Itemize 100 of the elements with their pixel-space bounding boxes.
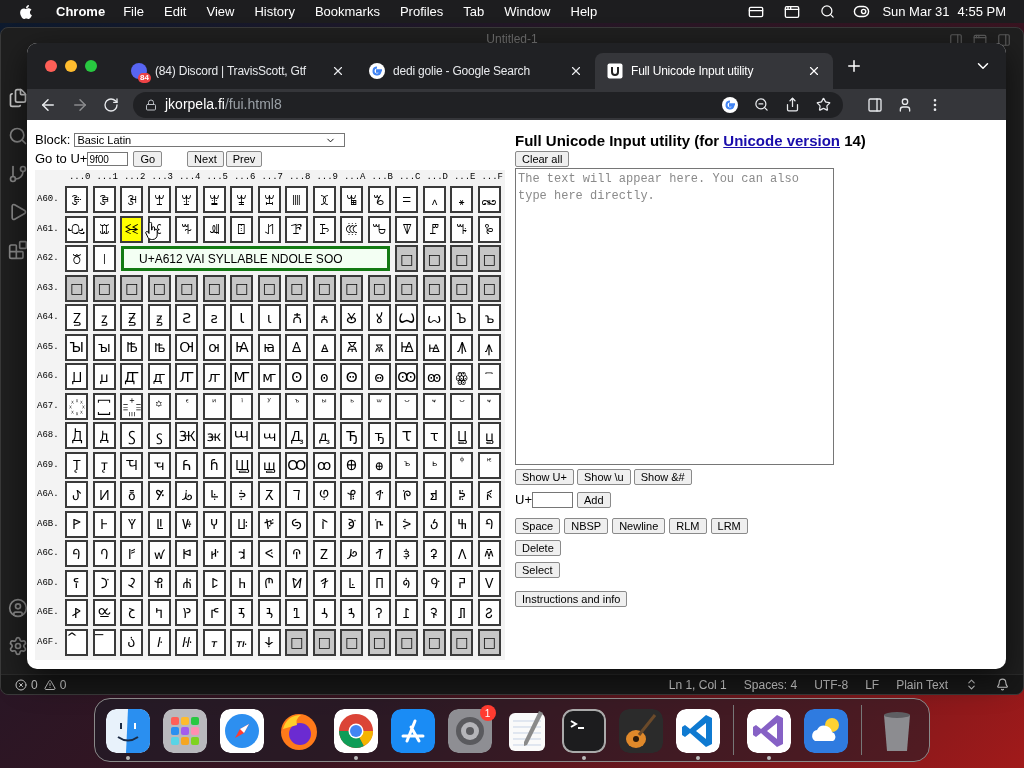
menu-item[interactable]: View (206, 1, 235, 22)
character-cell[interactable]: Ꙫ (340, 363, 364, 391)
character-cell[interactable]: ꛩ (312, 599, 336, 627)
character-cell[interactable]: ꛍ (422, 540, 446, 568)
character-cell[interactable]: Ꙑ (65, 333, 89, 361)
show-format-button[interactable]: Show U+ (515, 469, 574, 485)
block-dropdown[interactable]: Basic Latin (74, 133, 346, 147)
character-cell[interactable]: ꛜ (395, 569, 419, 597)
search-icon[interactable] (820, 4, 836, 19)
character-cell[interactable]: □ (175, 274, 199, 302)
character-cell[interactable]: ꘔ (175, 215, 199, 243)
character-cell[interactable]: ꛢ (120, 599, 144, 627)
go-button[interactable]: Go (133, 151, 163, 167)
character-cell[interactable]: ꛈ (285, 540, 309, 568)
character-cell[interactable]: ꚬ (395, 481, 419, 509)
character-cell[interactable]: ꙥ (202, 363, 226, 391)
character-cell[interactable]: ꛎ (450, 540, 474, 568)
character-cell[interactable]: ꚽ (422, 510, 446, 538)
character-cell[interactable]: ꚦ (230, 481, 254, 509)
character-cell[interactable]: ꙛ (367, 333, 391, 361)
character-cell[interactable]: ꚗ (257, 451, 281, 479)
character-cell[interactable]: ꛰ (65, 628, 89, 656)
character-cell[interactable]: ꙡ (92, 363, 116, 391)
character-cell[interactable]: ꘊ (340, 186, 364, 214)
character-cell[interactable]: ꛧ (257, 599, 281, 627)
character-cell[interactable]: ꛡ (92, 599, 116, 627)
character-cell[interactable]: ꙇ (257, 304, 281, 332)
character-cell[interactable]: ꙙ (312, 333, 336, 361)
character-cell[interactable]: ꚢ (120, 481, 144, 509)
character-cell[interactable]: ꚍ (422, 422, 446, 450)
character-cell[interactable]: ꛏ (477, 540, 501, 568)
control-center-icon[interactable] (853, 3, 871, 20)
character-cell[interactable]: ꘕ (202, 215, 226, 243)
menu-item[interactable]: Help (570, 1, 598, 22)
close-tab-icon[interactable] (569, 64, 583, 78)
character-cell[interactable]: ꙺ (340, 392, 364, 420)
character-cell[interactable]: ꚑ (92, 451, 116, 479)
character-cell[interactable]: ꙹ (312, 392, 336, 420)
character-cell[interactable]: ꛤ (175, 599, 199, 627)
character-cell[interactable]: ꙓ (147, 333, 171, 361)
character-cell[interactable]: Ꙉ (285, 304, 309, 332)
character-cell[interactable]: ꘍ (422, 186, 446, 214)
gear-icon[interactable] (447, 709, 492, 753)
error-icon[interactable] (15, 678, 27, 691)
error-count[interactable]: 0 (31, 675, 38, 694)
character-cell[interactable]: ꘗ (257, 215, 281, 243)
character-cell[interactable]: ꛪ (340, 599, 364, 627)
character-cell[interactable]: □ (450, 245, 474, 273)
character-cell[interactable]: ꙰ (65, 392, 89, 420)
character-cell[interactable]: Ꚍ (395, 422, 419, 450)
character-cell[interactable]: ꛅ (202, 540, 226, 568)
character-cell[interactable]: ꚅ (202, 422, 226, 450)
letter-a-tools-icon[interactable] (390, 709, 435, 753)
character-cell[interactable]: Ꙥ (175, 363, 199, 391)
character-cell[interactable]: ꚫ (367, 481, 391, 509)
character-cell[interactable]: ꘃ (147, 186, 171, 214)
character-cell[interactable]: ꙽ (422, 392, 446, 420)
character-cell[interactable]: ꘋ (367, 186, 391, 214)
character-cell[interactable]: ꘌ (395, 186, 419, 214)
app-grid-icon[interactable] (162, 709, 207, 753)
character-cell[interactable]: ꙴ (175, 392, 199, 420)
character-cell[interactable]: ꙑ (92, 333, 116, 361)
character-cell[interactable]: ꙮ (450, 363, 474, 391)
character-cell[interactable]: ꘇ (257, 186, 281, 214)
character-cell[interactable]: ꘘ (285, 215, 309, 243)
guitar-icon[interactable] (618, 709, 663, 753)
status-item[interactable]: LF (865, 675, 880, 694)
codepoint-field[interactable] (532, 491, 573, 508)
character-cell[interactable]: ꚠ (65, 481, 89, 509)
character-cell[interactable]: ꘎ (450, 186, 474, 214)
character-cell[interactable]: Ꚛ (340, 451, 364, 479)
character-cell[interactable]: ꚶ (230, 510, 254, 538)
codepoint-field[interactable]: 9f00 (87, 152, 129, 166)
character-cell[interactable]: Ꙝ (395, 333, 419, 361)
character-cell[interactable]: ꙩ (312, 363, 336, 391)
character-cell[interactable]: ꘐ (65, 215, 89, 243)
branch-icon[interactable] (8, 164, 28, 184)
close-tab-icon[interactable] (331, 64, 345, 78)
character-cell[interactable]: ꛵ (202, 628, 226, 656)
character-cell[interactable]: Ꙍ (395, 304, 419, 332)
bell-icon[interactable] (996, 678, 1009, 691)
character-cell[interactable]: ꚮ (450, 481, 474, 509)
character-cell[interactable]: ꘂ (120, 186, 144, 214)
character-cell[interactable]: ꚕ (202, 451, 226, 479)
character-cell[interactable]: ꘝ (422, 215, 446, 243)
character-cell[interactable]: Ꙇ (230, 304, 254, 332)
menu-item[interactable]: Edit (164, 1, 187, 22)
character-cell[interactable]: □ (340, 628, 364, 656)
character-cell[interactable]: ꙧ (257, 363, 281, 391)
character-cell[interactable]: □ (395, 274, 419, 302)
character-cell[interactable]: ꘡ (92, 245, 116, 273)
character-cell[interactable]: ꘜ (395, 215, 419, 243)
warning-count[interactable]: 0 (59, 675, 67, 694)
share-icon[interactable] (785, 97, 800, 112)
character-cell[interactable]: ꛬ (395, 599, 419, 627)
character-cell[interactable]: ꚝ (422, 451, 446, 479)
character-cell[interactable]: ꚷ (257, 510, 281, 538)
character-cell[interactable]: □ (312, 274, 336, 302)
character-cell[interactable]: ꙵ (202, 392, 226, 420)
character-cell[interactable]: □ (120, 274, 144, 302)
